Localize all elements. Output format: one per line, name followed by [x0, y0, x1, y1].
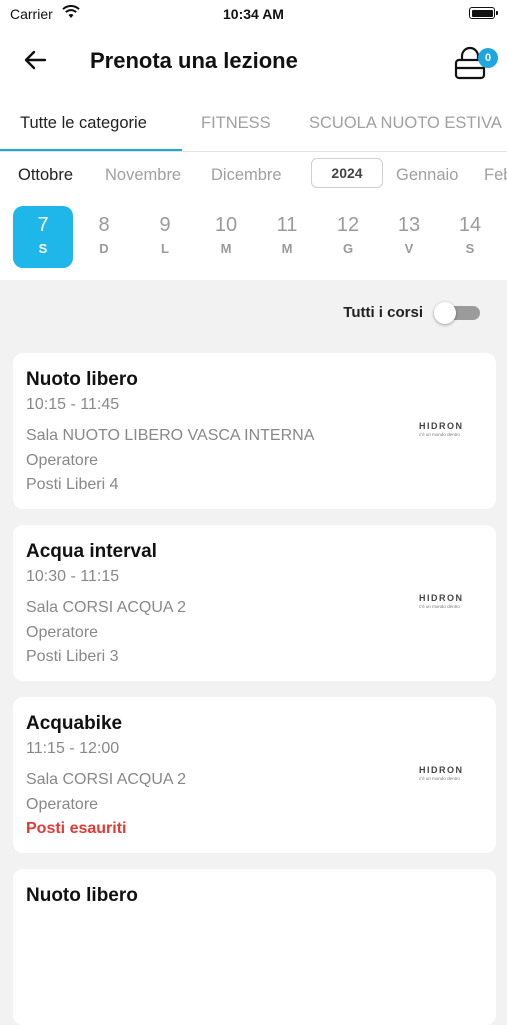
day-item[interactable]: 9L — [135, 206, 195, 268]
lesson-room: Sala NUOTO LIBERO VASCA INTERNA — [26, 427, 315, 444]
lesson-time: 10:30 - 11:15 — [26, 568, 120, 585]
day-of-week: L — [161, 241, 169, 256]
day-item[interactable]: 11 M — [257, 206, 317, 268]
month-ottobre[interactable]: Ottobre — [18, 166, 73, 185]
day-of-week: G — [342, 241, 354, 256]
day-number: 14 — [458, 214, 482, 236]
hidron-logo: HIDRON c'è un mondo dentro — [419, 593, 464, 609]
header: Prenota una lezione — [0, 38, 507, 86]
day-item[interactable]: 8D — [74, 206, 134, 268]
lesson-operator: Operatore — [26, 624, 99, 641]
all-courses-toggle[interactable] — [434, 302, 480, 324]
lesson-operator: Operatore — [26, 452, 99, 469]
lesson-card[interactable]: Nuoto libero 10:15 - 11:45 Sala NUOTO LI… — [13, 353, 496, 509]
tabs-divider — [0, 151, 507, 152]
lesson-name: Acquabike — [26, 713, 123, 734]
toggle-knob — [434, 302, 456, 324]
day-number: 12 — [336, 214, 360, 236]
day-of-week: S — [38, 241, 48, 256]
day-item[interactable]: 7S — [13, 206, 73, 268]
day-item[interactable]: 13 V — [379, 206, 439, 268]
tab-all-categories[interactable]: Tutte le categorie — [20, 114, 147, 133]
day-number: 10 — [214, 214, 238, 236]
day-of-week: D — [99, 241, 109, 256]
lesson-seats: Posti Liberi 3 — [26, 648, 119, 665]
month-selector: Ottobre Novembre Dicembre 2024 Gennaio F… — [0, 156, 507, 196]
lesson-operator: Operatore — [26, 796, 99, 813]
lesson-name: Acqua interval — [26, 541, 157, 562]
day-number: 8 — [98, 214, 110, 236]
tab-fitness[interactable]: FITNESS — [201, 114, 271, 133]
lesson-card[interactable]: Acquabike 11:15 - 12:00 Sala CORSI ACQUA… — [13, 697, 496, 853]
category-tabs: Tutte le categorie FITNESS SCUOLA NUOTO … — [0, 100, 507, 152]
lesson-seats-sold-out: Posti esauriti — [26, 820, 127, 837]
lesson-time: 11:15 - 12:00 — [26, 740, 120, 757]
month-febbraio[interactable]: Feb — [484, 166, 507, 185]
lesson-room: Sala CORSI ACQUA 2 — [26, 599, 187, 616]
lesson-name: Nuoto libero — [26, 885, 138, 906]
top-panel: Carrier 10:34 AM Prenota una lezione 0 T… — [0, 0, 507, 280]
status-bar: Carrier 10:34 AM — [0, 0, 507, 28]
all-courses-filter: Tutti i corsi — [0, 298, 507, 328]
tab-scuola-nuoto-estiva[interactable]: SCUOLA NUOTO ESTIVA — [309, 114, 502, 133]
day-number: 11 — [276, 214, 298, 236]
lesson-seats: Posti Liberi 4 — [26, 476, 119, 493]
day-number: 9 — [159, 214, 171, 236]
month-dicembre[interactable]: Dicembre — [211, 166, 282, 185]
day-item[interactable]: 14 S — [440, 206, 500, 268]
day-of-week: V — [404, 241, 414, 256]
page-title: Prenota una lezione — [90, 48, 298, 73]
lesson-room: Sala CORSI ACQUA 2 — [26, 771, 187, 788]
lesson-time: 10:15 - 11:45 — [26, 396, 120, 413]
hidron-logo: HIDRON c'è un mondo dentro — [419, 421, 464, 437]
lesson-card[interactable]: Acqua interval 10:30 - 11:15 Sala CORSI … — [13, 525, 496, 681]
all-courses-label: Tutti i corsi — [343, 304, 423, 321]
month-novembre[interactable]: Novembre — [105, 166, 181, 185]
battery-icon — [469, 7, 498, 19]
day-item[interactable]: 10 M — [196, 206, 256, 268]
year-selector[interactable]: 2024 — [311, 158, 383, 188]
day-selector: 7S 8D 9L 10 M 11 M 12 G 13 V 14 S — [0, 206, 507, 270]
cart-count-badge: 0 — [478, 48, 498, 68]
lesson-card[interactable]: Nuoto libero — [13, 869, 496, 1025]
back-arrow-icon[interactable] — [22, 48, 50, 72]
status-time: 10:34 AM — [223, 6, 284, 22]
lesson-name: Nuoto libero — [26, 369, 138, 390]
day-of-week: M — [220, 241, 232, 256]
day-number: 13 — [397, 214, 421, 236]
day-of-week: M — [281, 241, 293, 256]
day-number: 7 — [37, 214, 49, 236]
month-gennaio[interactable]: Gennaio — [396, 166, 458, 185]
day-of-week: S — [465, 241, 475, 256]
hidron-logo: HIDRON c'è un mondo dentro — [419, 765, 464, 781]
day-item[interactable]: 12 G — [318, 206, 378, 268]
